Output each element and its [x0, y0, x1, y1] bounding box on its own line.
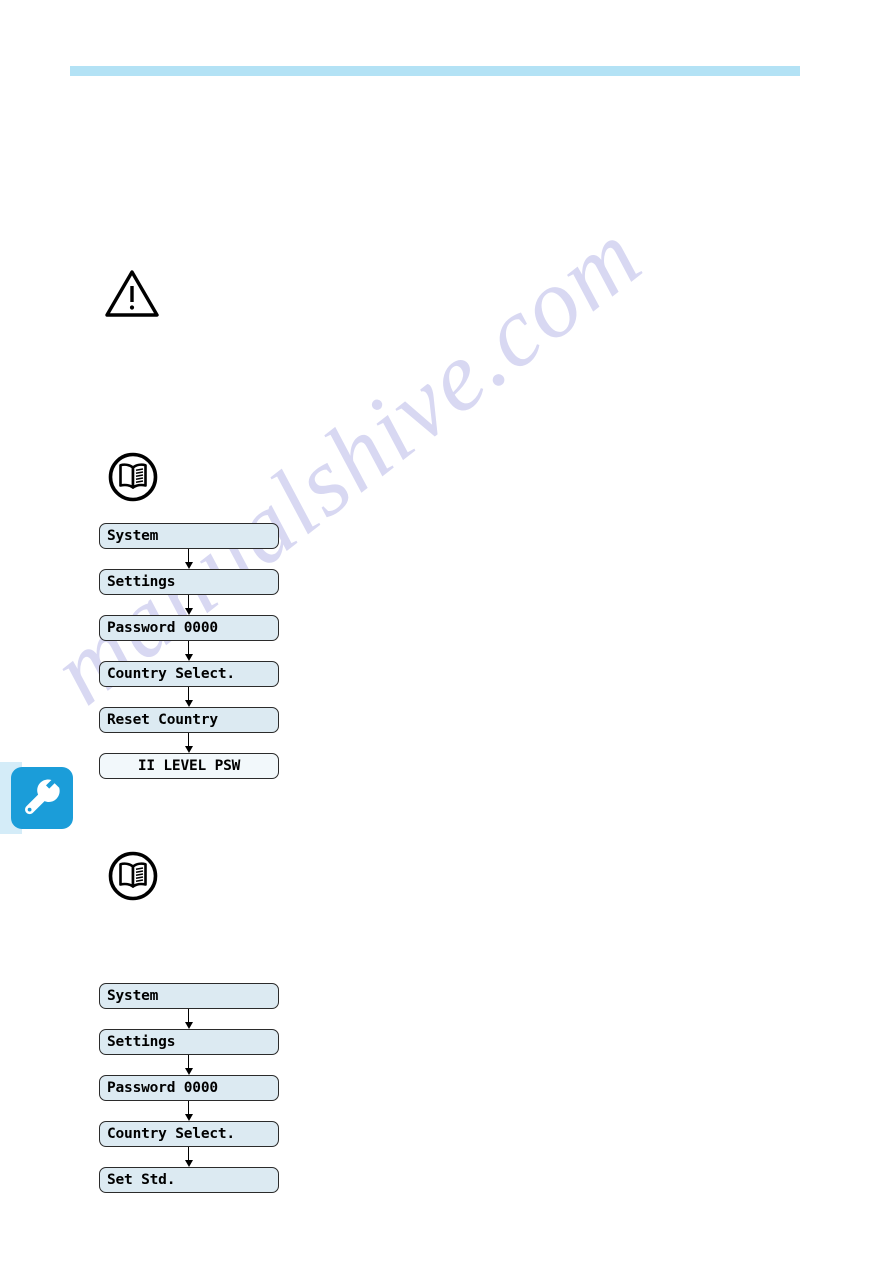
flow-node-label: Settings — [107, 574, 176, 590]
flow-node: Country Select. — [99, 1121, 279, 1147]
flow-node-label: Password 0000 — [107, 620, 218, 636]
flowchart-reset-country: System Settings Password 0000 Country Se… — [99, 523, 279, 779]
flow-node: Country Select. — [99, 661, 279, 687]
arrow-head — [184, 1160, 193, 1167]
flow-node-label: Set Std. — [107, 1172, 176, 1188]
arrow-head — [184, 700, 193, 707]
flow-node-label: Settings — [107, 1034, 176, 1050]
tab-badge — [11, 767, 73, 829]
arrow-head — [184, 746, 193, 753]
flow-node-label: Country Select. — [107, 1126, 235, 1142]
flow-arrow — [99, 733, 279, 753]
flow-node: System — [99, 523, 279, 549]
open-book-icon — [108, 851, 158, 906]
flow-arrow — [99, 1147, 279, 1167]
flow-node: II LEVEL PSW — [99, 753, 279, 779]
flow-arrow — [99, 1055, 279, 1075]
arrow-head — [184, 1022, 193, 1029]
flow-node: Password 0000 — [99, 1075, 279, 1101]
flowchart-set-std: System Settings Password 0000 Country Se… — [99, 983, 279, 1193]
flow-node: Reset Country — [99, 707, 279, 733]
flow-node-label: Country Select. — [107, 666, 235, 682]
flow-node-label: Reset Country — [107, 712, 218, 728]
wrench-icon — [25, 779, 60, 815]
flow-arrow — [99, 687, 279, 707]
arrow-head — [184, 562, 193, 569]
service-section-tab — [0, 762, 76, 834]
flow-arrow — [99, 641, 279, 661]
flow-node: System — [99, 983, 279, 1009]
open-book-icon — [108, 452, 158, 507]
flow-node-label: System — [107, 528, 159, 544]
flow-arrow — [99, 595, 279, 615]
flow-node-label: Password 0000 — [107, 1080, 218, 1096]
arrow-head — [184, 1114, 193, 1121]
warning-triangle-icon — [104, 268, 160, 325]
flow-arrow — [99, 1101, 279, 1121]
arrow-head — [184, 1068, 193, 1075]
arrow-head — [184, 654, 193, 661]
flow-node: Settings — [99, 1029, 279, 1055]
flow-node: Password 0000 — [99, 615, 279, 641]
flow-arrow — [99, 549, 279, 569]
flow-node-label: II LEVEL PSW — [137, 758, 241, 774]
flow-arrow — [99, 1009, 279, 1029]
flow-node: Settings — [99, 569, 279, 595]
header-rule — [70, 66, 800, 76]
flow-node: Set Std. — [99, 1167, 279, 1193]
document-page: manualshive.com System Settings Password… — [0, 0, 893, 1263]
flow-node-label: System — [107, 988, 159, 1004]
arrow-head — [184, 608, 193, 615]
